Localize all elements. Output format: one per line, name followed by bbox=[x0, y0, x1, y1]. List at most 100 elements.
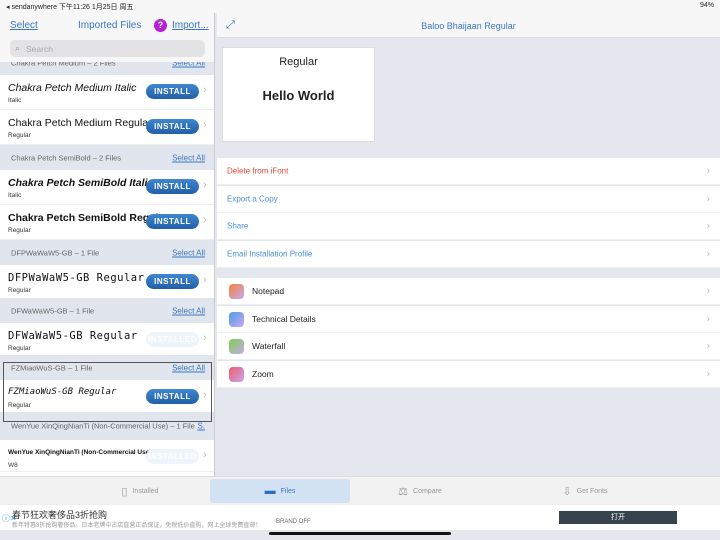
font-title: Baloo Bhaijaan Regular bbox=[421, 21, 516, 31]
tool-label: Waterfall bbox=[252, 341, 286, 351]
compass-icon bbox=[229, 311, 244, 327]
ad-brand: BRAND OFF bbox=[276, 519, 311, 525]
chevron-right-icon: › bbox=[706, 165, 710, 177]
font-row[interactable]: DFPWaWaW5-GB Regular Regular INSTALL › bbox=[0, 265, 214, 300]
install-button[interactable]: INSTALL bbox=[146, 274, 199, 289]
font-row[interactable]: Chakra Petch Medium Regular Regular INSTAL… bbox=[0, 110, 214, 145]
ad-body: 新年特惠3折抢购奢侈品。日本老牌中古店直营正品保证，免税低价直购，网上全球免费直… bbox=[12, 523, 262, 529]
chevron-right-icon: › bbox=[706, 285, 710, 297]
install-button[interactable]: INSTALL bbox=[146, 214, 199, 229]
home-indicator[interactable] bbox=[269, 532, 451, 535]
font-row[interactable]: DFWaWaW5-GB Regular Regular INSTALLED › bbox=[0, 323, 214, 358]
page-title: Imported Files bbox=[78, 20, 142, 31]
font-style: Regular bbox=[8, 227, 31, 234]
action-row[interactable]: Share › bbox=[217, 213, 720, 240]
font-name: DFPWaWaW5-GB Regular bbox=[8, 272, 145, 284]
chevron-right-icon: › bbox=[706, 368, 710, 379]
font-name: Chakra Petch SemiBold Regular bbox=[8, 212, 169, 224]
font-row[interactable]: WenYue XinQingNianTi (Non-Commercial Use… bbox=[0, 440, 214, 472]
font-style: Regular bbox=[8, 345, 31, 352]
tab-get-fonts[interactable]: ⇩ Get Fonts bbox=[510, 479, 660, 503]
search-icon: ⌕ bbox=[15, 43, 21, 53]
tab-installed[interactable]: ▯ Installed bbox=[70, 479, 210, 503]
tab-label: Get Fonts bbox=[576, 487, 608, 495]
chevron-right-icon[interactable]: › bbox=[203, 179, 207, 191]
action-row[interactable]: Export a Copy › bbox=[217, 185, 720, 213]
install-button[interactable]: INSTALL bbox=[146, 84, 199, 99]
tool-label: Technical Details bbox=[252, 313, 316, 324]
font-style: Italic bbox=[8, 192, 22, 199]
chevron-right-icon: › bbox=[706, 193, 710, 204]
tool-label: Notepad bbox=[252, 286, 285, 296]
import-button[interactable]: Import... bbox=[172, 20, 209, 31]
font-name: Chakra Petch SemiBold Italic bbox=[8, 177, 154, 189]
action-label: Delete from iFont bbox=[227, 166, 289, 176]
action-label: Share bbox=[227, 221, 249, 231]
tool-row[interactable]: Technical Details › bbox=[217, 305, 720, 333]
section-header: DFPWaWaW5-GB – 1 File Select All bbox=[0, 240, 214, 265]
folder-icon: ▬ bbox=[264, 485, 276, 497]
tool-row[interactable]: Notepad › bbox=[217, 278, 720, 305]
phone-icon: ▯ bbox=[121, 485, 128, 498]
section-title: DFPWaWaW5-GB – 1 File bbox=[11, 248, 100, 257]
font-style: Regular bbox=[8, 287, 31, 294]
notepad-icon bbox=[229, 284, 244, 299]
select-all-link[interactable]: Select All bbox=[172, 248, 205, 257]
action-row[interactable]: Email Installation Profile › bbox=[217, 240, 720, 268]
select-all-link[interactable]: Select All bbox=[172, 306, 205, 315]
installed-button[interactable]: INSTALLED bbox=[146, 449, 199, 464]
tool-row[interactable]: Zoom › bbox=[217, 360, 720, 388]
tab-label: Installed bbox=[132, 487, 159, 495]
section-header: DFWaWaW5-GB – 1 File Select All bbox=[0, 298, 214, 323]
download-icon: ⇩ bbox=[562, 485, 572, 498]
ad-banner[interactable]: ⓘ✕ 春节狂欢奢侈品3折抢购 新年特惠3折抢购奢侈品。日本老牌中古店直营正品保证… bbox=[0, 504, 720, 530]
font-row[interactable]: Chakra Petch SemiBold Italic Italic INSTAL… bbox=[0, 170, 214, 205]
action-label: Email Installation Profile bbox=[227, 249, 313, 258]
status-bar: ◂ sendanywhere 下午11:26 1月25日 周五 94% bbox=[0, 0, 720, 13]
preview-style: Regular bbox=[279, 56, 318, 68]
font-style: Italic bbox=[8, 97, 22, 104]
tab-label: Files bbox=[280, 487, 296, 495]
waterfall-icon bbox=[229, 339, 244, 354]
action-row[interactable]: Delete from iFont › bbox=[217, 158, 720, 185]
chevron-right-icon[interactable]: › bbox=[203, 214, 207, 226]
scale-icon: ⚖ bbox=[398, 485, 409, 498]
font-name: DFWaWaW5-GB Regular bbox=[8, 330, 138, 342]
tab-bar: ▯ Installed ▬ Files ⚖ Compare ⇩ Get Fonts bbox=[0, 476, 720, 504]
section-title: DFWaWaW5-GB – 1 File bbox=[11, 306, 95, 315]
chevron-right-icon[interactable]: › bbox=[203, 449, 207, 461]
font-style: Regular bbox=[8, 132, 31, 139]
chevron-right-icon[interactable]: › bbox=[203, 119, 207, 131]
search-input[interactable]: ⌕ Search bbox=[10, 40, 205, 57]
font-name: Chakra Petch Medium Regular bbox=[8, 117, 152, 129]
chevron-right-icon: › bbox=[706, 220, 710, 232]
font-name: Chakra Petch Medium Italic bbox=[8, 82, 137, 94]
ad-open-button[interactable]: 打开 bbox=[559, 511, 677, 524]
preview-card[interactable]: Regular Hello World bbox=[222, 47, 375, 142]
select-button[interactable]: Select bbox=[10, 20, 38, 31]
chevron-right-icon[interactable]: › bbox=[203, 332, 207, 344]
tool-row[interactable]: Waterfall › bbox=[217, 333, 720, 360]
font-name: WenYue XinQingNianTi (Non-Commercial Use… bbox=[8, 449, 164, 456]
tab-compare[interactable]: ⚖ Compare bbox=[350, 479, 490, 503]
installed-button[interactable]: INSTALLED bbox=[146, 332, 199, 347]
install-button[interactable]: INSTALL bbox=[146, 179, 199, 194]
chevron-right-icon: › bbox=[706, 248, 710, 259]
font-style: W8 bbox=[8, 462, 18, 469]
focus-outline bbox=[3, 362, 212, 422]
font-row[interactable]: Chakra Petch Medium Italic Italic INSTALL › bbox=[0, 75, 214, 110]
font-detail-pane: ⤢ Baloo Bhaijaan Regular Regular Hello W… bbox=[217, 0, 720, 476]
chevron-right-icon[interactable]: › bbox=[203, 84, 207, 96]
preview-text: Hello World bbox=[262, 88, 335, 103]
select-all-link[interactable]: Select All bbox=[172, 153, 205, 162]
search-placeholder: Search bbox=[26, 44, 53, 54]
status-left: ◂ sendanywhere 下午11:26 1月25日 周五 bbox=[6, 4, 134, 11]
chevron-right-icon: › bbox=[706, 340, 710, 352]
help-icon[interactable]: ? bbox=[154, 19, 167, 32]
chevron-right-icon[interactable]: › bbox=[203, 274, 207, 286]
select-all-link[interactable]: S. bbox=[197, 422, 205, 431]
font-row[interactable]: Chakra Petch SemiBold Regular Regular INST… bbox=[0, 205, 214, 240]
tab-files[interactable]: ▬ Files bbox=[210, 479, 350, 503]
install-button[interactable]: INSTALL bbox=[146, 119, 199, 134]
tab-label: Compare bbox=[413, 487, 442, 495]
